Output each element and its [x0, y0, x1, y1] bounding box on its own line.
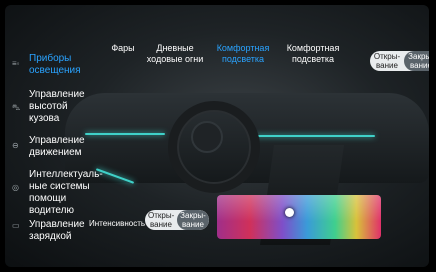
color-picker-knob[interactable]	[285, 208, 294, 217]
sidebar-item-label: Интеллектуаль-ные системы помощи водител…	[29, 169, 103, 216]
steering-wheel-logo	[191, 121, 223, 153]
ambient-light-right	[255, 135, 375, 137]
tab-ambient-lighting-2[interactable]: Комфортная подсветка	[282, 43, 344, 65]
sidebar-item-label: Приборы освещения	[29, 53, 81, 76]
color-palette[interactable]	[217, 195, 381, 239]
sidebar-item-label: Управление движением	[29, 135, 85, 158]
assist-icon: ◎	[12, 183, 19, 192]
car-height-icon: ⛍	[12, 103, 21, 112]
intensity-toggle[interactable]: Откры-вание Закры-вание	[145, 210, 209, 230]
tab-ambient-lighting[interactable]: Комфортная подсветка	[212, 43, 274, 65]
battery-icon: ▭	[12, 221, 20, 230]
infotainment-screen: ≡◦ Приборы освещения ⛍ Управление высото…	[5, 5, 429, 267]
intensity-label: Интенсивность	[89, 219, 146, 228]
door-open-close-toggle[interactable]: Откры-вание Закры-вание	[370, 51, 429, 71]
steering-icon: ⊖	[12, 141, 19, 150]
sidebar-item-label: Управление высотой кузова	[29, 89, 85, 124]
close-option[interactable]: Закры-вание	[404, 51, 429, 71]
intensity-open-option[interactable]: Откры-вание	[145, 210, 177, 230]
tab-headlights[interactable]: Фары	[105, 43, 141, 54]
light-icon: ≡◦	[12, 59, 20, 68]
open-option[interactable]: Откры-вание	[370, 51, 404, 71]
tab-daytime-lights[interactable]: Дневные ходовые огни	[145, 43, 205, 65]
intensity-close-option[interactable]: Закры-вание	[177, 210, 209, 230]
